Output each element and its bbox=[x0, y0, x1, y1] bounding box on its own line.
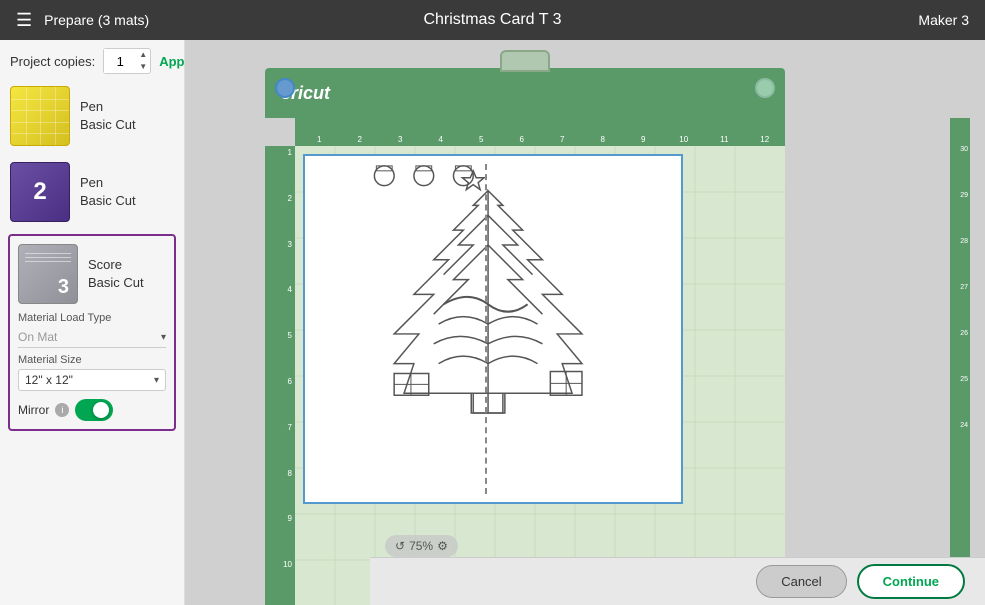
machine-label: Maker 3 bbox=[918, 12, 969, 28]
mat3-number: 3 bbox=[58, 276, 69, 299]
document-title: Christmas Card T 3 bbox=[423, 11, 561, 29]
christmas-tree-svg bbox=[305, 156, 681, 502]
mat-handle bbox=[500, 50, 550, 72]
continue-button[interactable]: Continue bbox=[857, 564, 965, 599]
mat2-thumbnail: 2 bbox=[10, 162, 70, 222]
project-copies-label: Project copies: bbox=[10, 54, 95, 69]
zoom-refresh-icon[interactable]: ↺ bbox=[395, 539, 405, 553]
canvas-area: cricut 1 2 3 4 5 6 7 8 9 10 11 12 30 29 … bbox=[185, 40, 985, 605]
left-scroll-area[interactable]: PenBasic Cut 2 Pen Basic Cut bbox=[0, 78, 184, 605]
material-load-type-value: On Mat ▾ bbox=[18, 327, 166, 348]
mat-grid-background bbox=[295, 146, 785, 605]
header: ☰ Prepare (3 mats) Christmas Card T 3 Ma… bbox=[0, 0, 985, 40]
zoom-indicator: ↺ 75% ⚙ bbox=[385, 535, 458, 557]
ruler-top: 1 2 3 4 5 6 7 8 9 10 11 12 bbox=[295, 118, 785, 146]
cut-line bbox=[485, 164, 487, 494]
mirror-toggle[interactable] bbox=[75, 399, 113, 421]
prepare-title: Prepare (3 mats) bbox=[44, 12, 149, 28]
mat3-row[interactable]: 3 Score Basic Cut bbox=[18, 244, 166, 304]
cricut-mat-header: cricut bbox=[265, 68, 785, 118]
mat-circle-left bbox=[275, 78, 295, 98]
copies-arrows: ▲ ▼ bbox=[136, 49, 150, 73]
apply-button[interactable]: Apply bbox=[159, 54, 185, 69]
material-size-select[interactable]: 12" x 12" ▾ bbox=[18, 369, 166, 391]
mat1-item[interactable]: PenBasic Cut bbox=[0, 78, 184, 154]
mat2-label: Pen Basic Cut bbox=[80, 174, 136, 210]
zoom-settings-icon[interactable]: ⚙ bbox=[437, 539, 448, 553]
mirror-info-icon[interactable]: i bbox=[55, 403, 69, 417]
size-chevron: ▾ bbox=[154, 375, 159, 386]
copies-input[interactable] bbox=[104, 49, 136, 73]
material-load-type-label: Material Load Type bbox=[18, 312, 166, 324]
cancel-button[interactable]: Cancel bbox=[756, 565, 846, 598]
zoom-level: 75% bbox=[409, 539, 433, 553]
mat3-thumbnail: 3 bbox=[18, 244, 78, 304]
mat1-thumbnail bbox=[10, 86, 70, 146]
material-size-label: Material Size bbox=[18, 354, 166, 366]
project-copies-row: Project copies: ▲ ▼ Apply bbox=[0, 40, 184, 78]
design-area bbox=[303, 154, 683, 504]
left-panel: Project copies: ▲ ▼ Apply bbox=[0, 40, 185, 605]
bottom-bar: Cancel Continue bbox=[370, 557, 985, 605]
mat1-label: PenBasic Cut bbox=[80, 98, 136, 134]
main-layout: Project copies: ▲ ▼ Apply bbox=[0, 40, 985, 605]
load-type-chevron: ▾ bbox=[161, 332, 166, 343]
menu-icon[interactable]: ☰ bbox=[16, 10, 32, 31]
mirror-row: Mirror i bbox=[18, 399, 166, 421]
ruler-left: 1 2 3 4 5 6 7 8 9 10 bbox=[265, 146, 295, 605]
mat2-item[interactable]: 2 Pen Basic Cut bbox=[0, 154, 184, 230]
mat2-number: 2 bbox=[33, 178, 46, 206]
ruler-right: 30 29 28 27 26 25 24 bbox=[950, 118, 970, 605]
mat-circle-right bbox=[755, 78, 775, 98]
mat3-label: Score Basic Cut bbox=[88, 256, 144, 292]
copies-input-wrap: ▲ ▼ bbox=[103, 48, 151, 74]
mirror-label: Mirror bbox=[18, 403, 49, 417]
mat3-selected-section: 3 Score Basic Cut Material Load Type On … bbox=[8, 234, 176, 431]
copies-up-arrow[interactable]: ▲ bbox=[136, 49, 150, 61]
copies-down-arrow[interactable]: ▼ bbox=[136, 61, 150, 73]
